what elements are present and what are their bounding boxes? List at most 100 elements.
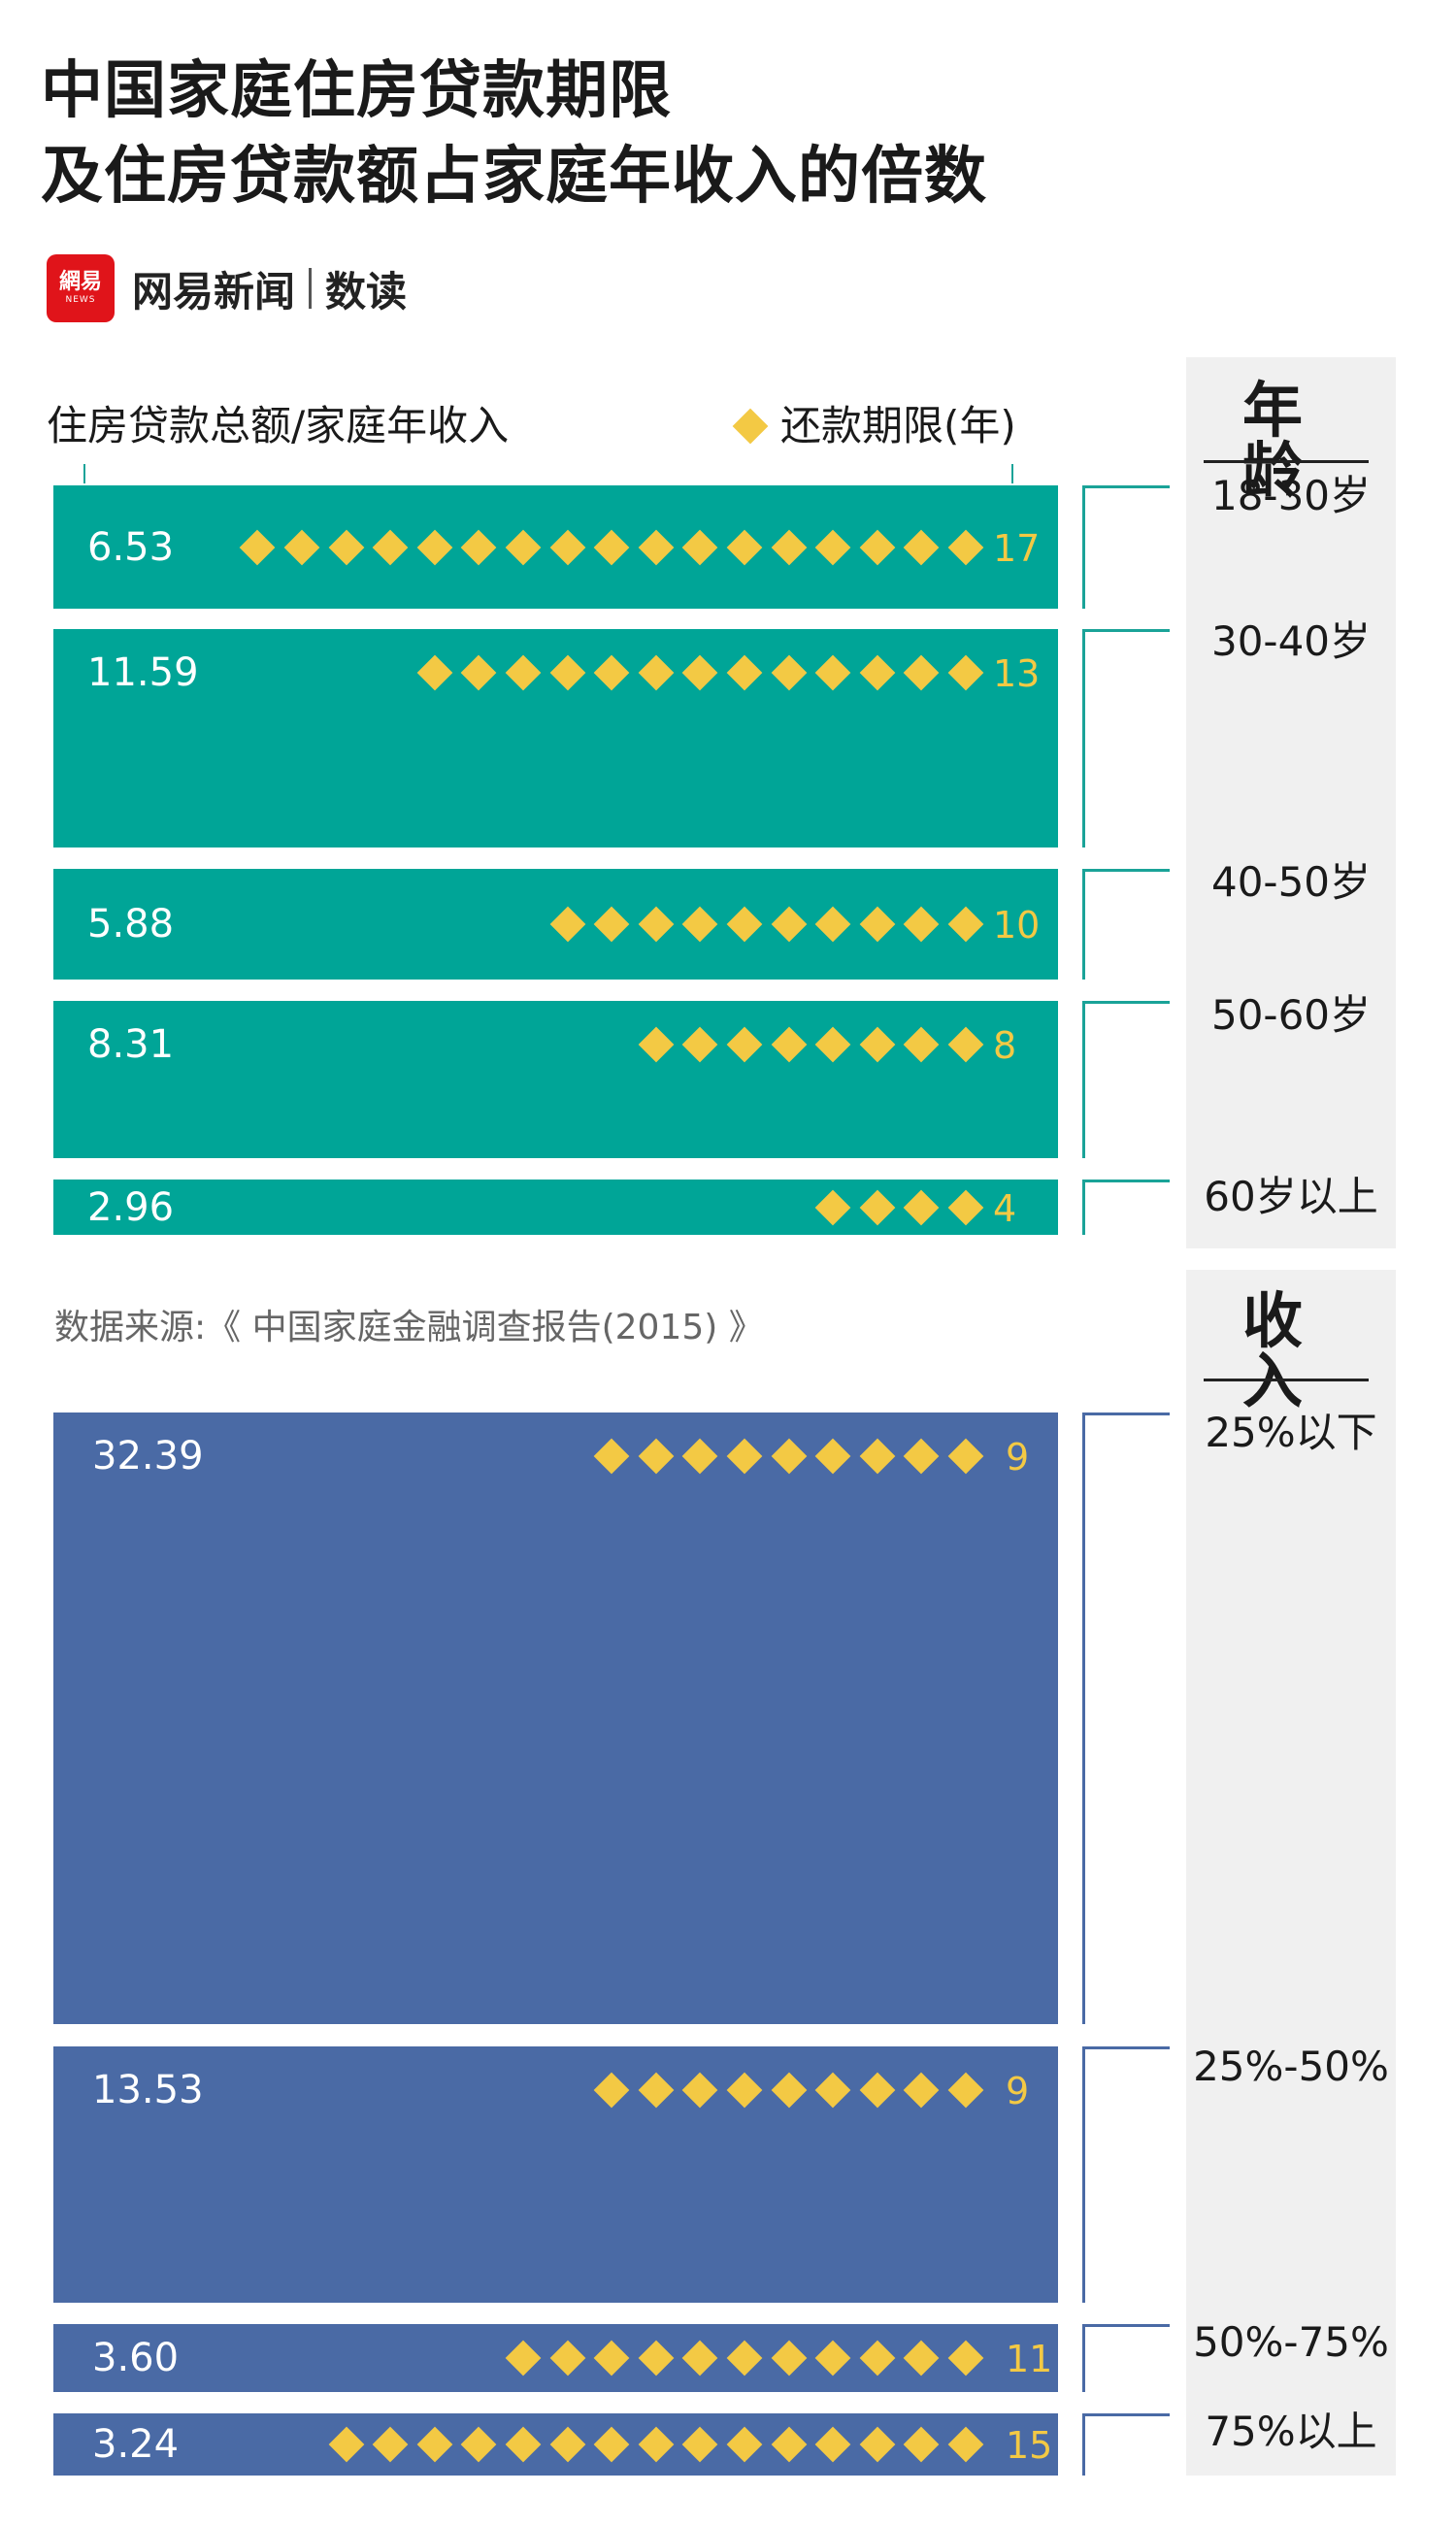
year-diamond-icon [593, 529, 630, 566]
year-diamond-icon [904, 2340, 940, 2376]
year-diamond-icon [904, 1026, 940, 1063]
year-diamond-icon [859, 1026, 896, 1063]
axis-tick-left [83, 464, 85, 483]
year-diamond-icon [505, 654, 542, 691]
ratio-value-label: 3.24 [92, 2422, 180, 2467]
bracket-vertical [1082, 1413, 1085, 2024]
year-diamond-icon [904, 1189, 940, 1226]
year-diamond-icon [682, 2426, 718, 2463]
year-diamond-icon [947, 529, 984, 566]
bracket-vertical [1082, 485, 1085, 609]
ratio-value-label: 3.60 [92, 2336, 180, 2380]
years-value-label: 17 [993, 527, 1041, 570]
year-diamond-icon [682, 1438, 718, 1475]
legend-label: 还款期限(年) [780, 402, 1016, 449]
year-diamond-icon [814, 906, 851, 943]
years-value-label: 4 [993, 1187, 1017, 1230]
year-diamond-icon [859, 1189, 896, 1226]
year-diamond-icon [859, 906, 896, 943]
year-diamond-icon [814, 654, 851, 691]
years-value-label: 11 [1006, 2338, 1053, 2380]
bracket-horizontal [1082, 1180, 1170, 1182]
year-diamond-icon [593, 2426, 630, 2463]
year-diamond-icon [814, 1026, 851, 1063]
year-diamond-icon [947, 1026, 984, 1063]
bracket-horizontal [1082, 2324, 1170, 2327]
year-diamond-icon [283, 529, 320, 566]
year-diamond-icon [904, 1438, 940, 1475]
year-diamond-icon [947, 906, 984, 943]
year-diamond-icon [726, 2426, 763, 2463]
category-label: 18-30岁 [1210, 472, 1372, 519]
bracket-vertical [1082, 2046, 1085, 2303]
year-diamond-icon [638, 1026, 675, 1063]
year-diamond-icon [726, 1026, 763, 1063]
category-label: 40-50岁 [1210, 858, 1372, 906]
year-diamond-icon [904, 906, 940, 943]
ratio-value-label: 8.31 [87, 1022, 175, 1067]
axis-label: 住房贷款总额/家庭年收入 [47, 402, 510, 449]
year-diamond-icon [328, 529, 364, 566]
year-diamond-icon [859, 2340, 896, 2376]
category-label: 50%-75% [1193, 2318, 1389, 2366]
year-diamond-icon [947, 2072, 984, 2109]
income-group-header: 收 入 [1241, 1285, 1330, 1416]
year-diamond-icon [549, 2340, 585, 2376]
year-diamond-icon [814, 1189, 851, 1226]
category-bracket [1082, 1180, 1170, 1235]
year-diamond-icon [726, 2072, 763, 2109]
year-diamond-icon [593, 906, 630, 943]
category-bracket [1082, 2324, 1170, 2392]
chart-title-line1: 中国家庭住房贷款期限 [41, 55, 672, 127]
bar-age-3: 8.31 8 [53, 1001, 1058, 1158]
year-diamond-icon [859, 2072, 896, 2109]
year-diamond-icon [814, 1438, 851, 1475]
years-value-label: 9 [1006, 1436, 1030, 1479]
bracket-horizontal [1082, 1001, 1170, 1004]
year-diamond-icon [638, 2426, 675, 2463]
year-diamond-icon [638, 1438, 675, 1475]
bracket-vertical [1082, 2324, 1085, 2392]
year-diamond-icon [682, 906, 718, 943]
year-diamond-icon [771, 654, 807, 691]
bar-income-3: 3.24 15 [53, 2413, 1058, 2476]
year-diamond-icon [593, 2072, 630, 2109]
ratio-value-label: 11.59 [87, 650, 199, 695]
year-diamond-icon [549, 906, 585, 943]
year-diamond-icon [505, 529, 542, 566]
category-label: 50-60岁 [1210, 991, 1372, 1039]
year-diamond-icon [859, 2426, 896, 2463]
bracket-vertical [1082, 1001, 1085, 1158]
year-diamond-icon [593, 1438, 630, 1475]
year-diamond-icon [771, 2340, 807, 2376]
year-diamond-icon [947, 1189, 984, 1226]
year-diamond-icon [416, 2426, 453, 2463]
legend: 还款期限(年) [732, 402, 1016, 449]
year-diamond-icon [904, 654, 940, 691]
bracket-horizontal [1082, 629, 1170, 632]
brand-name: 网易新闻 [132, 267, 296, 316]
ratio-value-label: 32.39 [92, 1434, 204, 1479]
bracket-vertical [1082, 869, 1085, 980]
axis-tick-right [1011, 464, 1013, 483]
years-value-label: 9 [1006, 2070, 1030, 2112]
year-diamond-icon [771, 2072, 807, 2109]
brand-subtitle: 数读 [325, 267, 408, 316]
bracket-horizontal [1082, 485, 1170, 488]
years-value-label: 15 [1006, 2424, 1053, 2467]
years-value-label: 13 [993, 652, 1041, 695]
year-diamond-icon [505, 2426, 542, 2463]
year-diamond-icon [771, 529, 807, 566]
year-diamond-icon [814, 2072, 851, 2109]
year-diamond-icon [947, 654, 984, 691]
year-diamond-icon [771, 906, 807, 943]
year-diamond-icon [549, 529, 585, 566]
diamond-icon [732, 408, 769, 445]
year-diamond-icon [593, 2340, 630, 2376]
year-diamond-icon [682, 529, 718, 566]
logo-text: 網易 [58, 270, 102, 294]
category-bracket [1082, 485, 1170, 609]
years-value-label: 8 [993, 1024, 1017, 1067]
bar-income-2: 3.60 11 [53, 2324, 1058, 2392]
year-diamond-icon [814, 2340, 851, 2376]
